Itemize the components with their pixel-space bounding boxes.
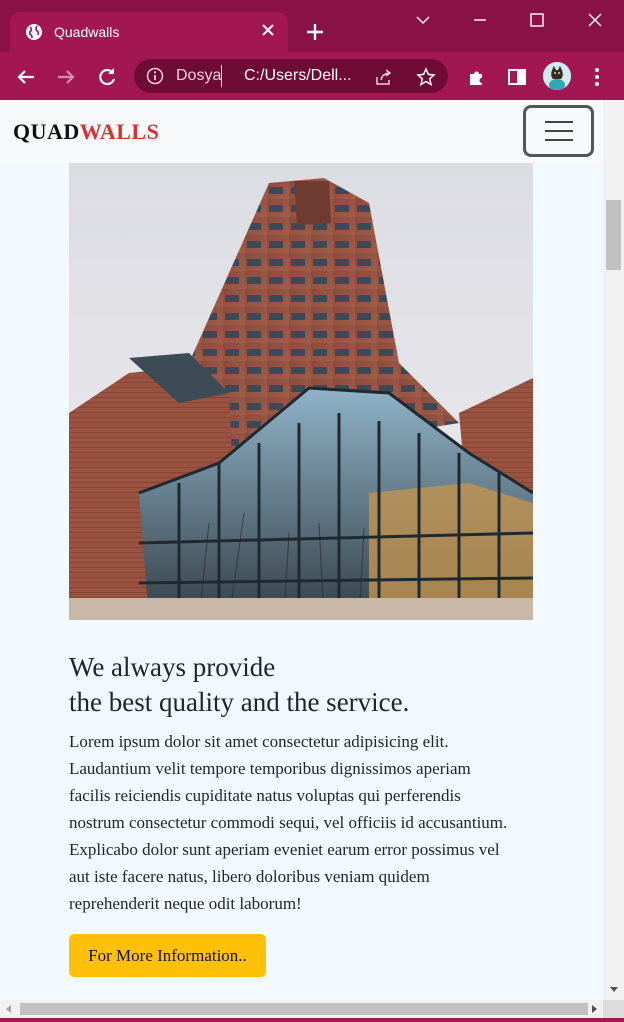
scroll-down-arrow-icon[interactable]	[609, 984, 619, 994]
plus-icon[interactable]	[305, 22, 325, 42]
url-text[interactable]: C:/Users/Dell...	[244, 67, 352, 85]
headline-line-2: the best quality and the service.	[69, 687, 410, 717]
horizontal-scrollbar[interactable]	[0, 1000, 603, 1018]
back-arrow-icon[interactable]	[15, 66, 37, 88]
headline-line-1: We always provide	[69, 652, 276, 682]
page-headline: We always provide the best quality and t…	[69, 650, 539, 720]
side-panel-icon[interactable]	[506, 66, 528, 88]
body-line: Explicabo dolor sunt aperiam eveniet ear…	[69, 840, 500, 859]
page-viewport: QUADWALLS We always provide the best qua…	[0, 100, 603, 1000]
hamburger-menu-button[interactable]	[523, 105, 594, 157]
browser-titlebar: Quadwalls	[0, 0, 624, 52]
body-line: nostrum consectetur commodi sequi, vel o…	[69, 813, 508, 832]
tab-quadwalls[interactable]: Quadwalls	[10, 12, 288, 52]
window-close-icon[interactable]	[585, 10, 605, 30]
site-navbar: QUADWALLS	[0, 100, 603, 162]
profile-avatar[interactable]	[543, 62, 571, 90]
share-icon[interactable]	[374, 67, 394, 87]
info-icon[interactable]	[146, 67, 164, 85]
logo-part-walls: WALLS	[79, 119, 160, 144]
forward-arrow-icon[interactable]	[55, 66, 77, 88]
scroll-left-arrow-icon[interactable]	[4, 1004, 14, 1014]
minimize-icon[interactable]	[470, 10, 490, 30]
hamburger-line	[545, 130, 573, 132]
scroll-right-arrow-icon[interactable]	[589, 1004, 599, 1014]
kebab-menu-icon[interactable]	[586, 66, 608, 88]
close-icon[interactable]	[260, 22, 276, 38]
maximize-icon[interactable]	[527, 10, 547, 30]
building-photo	[69, 163, 533, 620]
hamburger-line	[545, 139, 573, 141]
body-paragraph: Lorem ipsum dolor sit amet consectetur a…	[69, 728, 541, 917]
site-logo[interactable]: QUADWALLS	[13, 119, 159, 145]
reload-icon[interactable]	[96, 66, 118, 88]
hamburger-line	[545, 121, 573, 123]
logo-part-quad: QUAD	[13, 119, 80, 144]
address-bar[interactable]: Dosya C:/Users/Dell...	[134, 59, 448, 93]
body-line: facilis reiciendis cupiditate natus volu…	[69, 786, 461, 805]
omnibox-divider	[221, 65, 222, 87]
avatar-cat-icon	[543, 62, 571, 90]
vertical-scroll-thumb[interactable]	[606, 200, 621, 270]
body-line: Lorem ipsum dolor sit amet consectetur a…	[69, 732, 449, 751]
body-line: aut iste facere natus, libero doloribus …	[69, 867, 430, 886]
tab-title: Quadwalls	[54, 24, 120, 40]
body-line: reprehenderit neque odit laborum!	[69, 894, 302, 913]
scrollbar-corner	[603, 1000, 624, 1018]
browser-toolbar: Dosya C:/Users/Dell...	[0, 52, 624, 100]
star-icon[interactable]	[416, 67, 436, 87]
puzzle-icon[interactable]	[466, 66, 488, 88]
chevron-down-icon[interactable]	[413, 10, 433, 30]
horizontal-scroll-thumb[interactable]	[20, 1003, 588, 1015]
security-label: Dosya	[176, 67, 222, 84]
body-line: Laudantium velit tempore temporibus dign…	[69, 759, 471, 778]
vertical-scrollbar[interactable]	[603, 100, 624, 1000]
more-information-button[interactable]: For More Information..	[69, 934, 266, 977]
globe-icon	[26, 24, 42, 40]
